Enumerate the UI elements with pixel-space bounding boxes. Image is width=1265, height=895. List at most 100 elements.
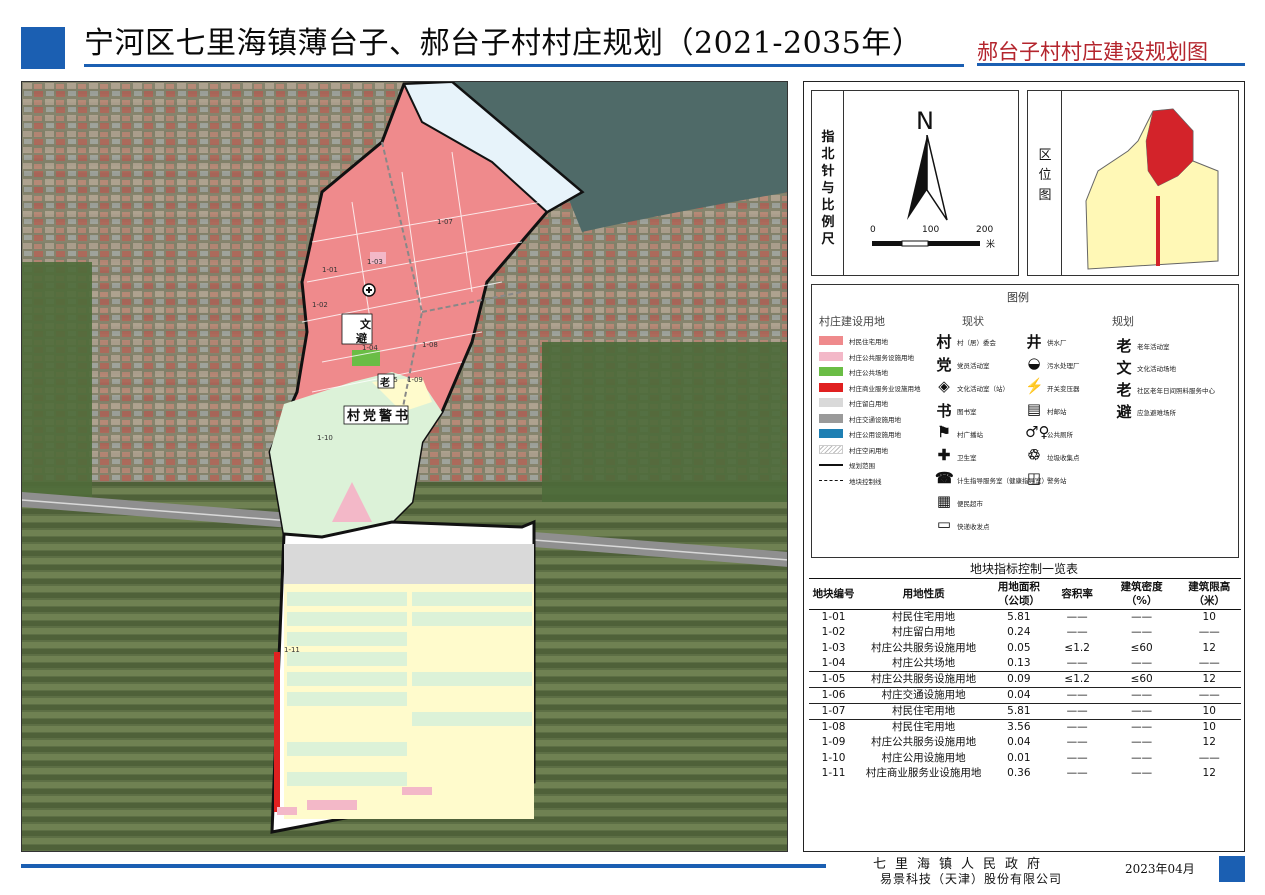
table-cell: —— <box>1105 687 1178 704</box>
legend-label: 应急避难场所 <box>1137 409 1176 417</box>
table-cell: 1-01 <box>821 611 846 623</box>
table-cell: 1-08 <box>821 721 846 733</box>
map-symbol-culture: 文 <box>360 317 372 331</box>
legend-status-list-2: 井供水厂 ◒ 污水处理厂 ⚡ 开关变压器 ▤ 村邮站 ♂♀ 公共厕所 ♲ 垃圾收集点 ◫ 警务站 <box>1025 331 1125 531</box>
legend-symbol-item: ▤ 村邮站 <box>1025 400 1120 420</box>
legend-label: 开关变压器 <box>1047 385 1080 393</box>
legend-symbol-icon: 老 <box>1116 381 1132 399</box>
table-cell: 村庄商业服务业设施用地 <box>865 767 982 780</box>
legend-label: 村庄留白用地 <box>849 400 888 408</box>
table-cell: ≤60 <box>1105 671 1178 688</box>
legend-label: 图书室 <box>957 408 977 416</box>
table-header: 地块编号 <box>812 588 855 600</box>
legend-symbol-item: ⚡ 开关变压器 <box>1025 377 1120 397</box>
legend-swatch <box>819 429 843 438</box>
legend-symbol-icon: ✚ <box>937 446 951 464</box>
title-underline <box>84 64 964 67</box>
legend-label: 村庄空闲用地 <box>849 446 888 455</box>
table-cell: 10 <box>1202 611 1216 623</box>
table-cell: ≤1.2 <box>1064 641 1090 654</box>
legend-symbol-item: ◫ 警务站 <box>1025 469 1120 489</box>
legend-symbol-icon: ♲ <box>1027 446 1041 464</box>
legend-label: 党员活动室 <box>957 362 990 370</box>
legend-label: 村民住宅用地 <box>849 338 888 346</box>
table-row: 1-08 村民住宅用地 3.56 —— —— 10 <box>809 720 1241 736</box>
legend-swatch <box>819 382 843 392</box>
location-map-icon <box>1085 108 1219 270</box>
legend-label: 规划范围 <box>849 462 875 470</box>
legend-symbol-icon: ⚡ <box>1025 377 1044 395</box>
plan-map[interactable]: 1-01 1-02 1-03 1-04 1-05 1-07 1-08 1-09 … <box>21 81 788 852</box>
legend-label: 垃圾收集点 <box>1047 454 1080 462</box>
scale-tick-200: 200 <box>976 225 994 235</box>
legend-symbol-icon: ▤ <box>1026 400 1042 418</box>
table-cell: —— <box>1198 751 1220 764</box>
subtitle-underline <box>977 63 1245 66</box>
legend-symbol-icon: 避 <box>1116 403 1132 421</box>
north-arrow-icon <box>907 135 948 221</box>
table-cell: —— <box>1066 736 1088 749</box>
legend-symbol-item: ▭ 快递收发点 <box>935 515 1030 535</box>
table-cell: 0.13 <box>989 656 1049 672</box>
table-cell: 村民住宅用地 <box>858 703 990 720</box>
table-cell: 3.56 <box>1007 721 1031 733</box>
table-cell: —— <box>1105 703 1178 720</box>
legend-label: 公共厕所 <box>1047 431 1073 439</box>
table-cell: 1-02 <box>821 626 846 639</box>
table-cell: —— <box>1131 736 1153 749</box>
table-row: 1-04 村庄公共场地 0.13 —— —— —— <box>809 656 1241 672</box>
footer-date: 2023年04月 <box>1125 862 1195 876</box>
map-symbol-elderly: 老 <box>379 376 390 389</box>
parcel-label: 1-04 <box>362 344 378 352</box>
table-cell: 0.01 <box>1007 751 1031 764</box>
table-cell: 1-04 <box>809 656 859 672</box>
legend-label: 村广播站 <box>957 431 983 439</box>
table-header: 用地面积（公顷） <box>997 581 1040 607</box>
title-color-block <box>21 27 65 69</box>
north-arrow-panel: 指北针与比例尺 N 0 100 200 米 <box>811 90 1019 276</box>
parcel-label: 1-08 <box>422 341 438 349</box>
scale-tick-0: 0 <box>870 225 876 235</box>
legend-symbol-icon: ◫ <box>1026 469 1042 487</box>
control-table: 地块编号 用地性质 用地面积（公顷） 容积率 建筑密度（%） 建筑限高（米） 1… <box>809 578 1241 782</box>
map-symbol-party: 党 <box>363 408 376 424</box>
legend-symbol-icon: ▭ <box>936 515 952 533</box>
legend-symbol-item: 井供水厂 <box>1025 331 1120 351</box>
table-cell: —— <box>1177 687 1241 704</box>
table-header-row: 地块编号 用地性质 用地面积（公顷） 容积率 建筑密度（%） 建筑限高（米） <box>809 578 1241 610</box>
legend-symbol-item: ♂♀ 公共厕所 <box>1025 423 1120 443</box>
legend-swatch <box>819 398 843 407</box>
north-letter: N <box>916 107 934 135</box>
table-cell: 10 <box>1202 721 1216 733</box>
legend-symbol-icon: ◒ <box>1027 354 1041 372</box>
table-header: 建筑密度（%） <box>1120 581 1163 607</box>
parcel-label: 1-07 <box>437 218 453 226</box>
table-header: 容积率 <box>1061 588 1093 600</box>
table-cell: 5.81 <box>1007 611 1031 623</box>
map-symbol-police: 警 <box>379 408 392 424</box>
parcel-label: 1-10 <box>317 434 333 442</box>
legend-label: 污水处理厂 <box>1047 362 1080 370</box>
table-cell: —— <box>1066 721 1088 733</box>
legend-symbol-item: ♲ 垃圾收集点 <box>1025 446 1120 466</box>
legend-symbol-icon: ▦ <box>936 492 952 510</box>
table-cell: —— <box>1131 626 1153 639</box>
table-cell: 1-10 <box>821 751 846 764</box>
table-row: 1-01 村民住宅用地 5.81 —— —— 10 <box>809 610 1241 626</box>
legend-swatch <box>819 464 843 466</box>
footer-rule <box>21 864 826 868</box>
legend-symbol-item: 村村（居）委会 <box>935 331 1030 351</box>
legend-symbol-icon: 井 <box>1026 333 1042 351</box>
table-row: 1-03 村庄公共服务设施用地 0.05 ≤1.2 ≤60 12 <box>809 641 1241 657</box>
legend-symbol-item: ▦ 便民超市 <box>935 492 1030 512</box>
table-cell: —— <box>1131 611 1153 623</box>
table-cell: —— <box>1066 626 1088 639</box>
legend-symbol-icon: ☎ <box>935 469 954 487</box>
legend-plan-list: 老老年活动室文文化活动场地老社区老年日间照料服务中心避应急避难场所 <box>1115 335 1237 455</box>
legend-status-list-1: 村村（居）委会党党员活动室 ◈ 文化活动室（站） 书图书室 ⚑ 村广播站 ✚ 卫生室 ☎ 计生指导… <box>935 331 1048 561</box>
table-cell: 0.36 <box>1007 767 1031 780</box>
legend-symbol-icon: ◈ <box>938 377 950 395</box>
control-table-wrap: 地块编号 用地性质 用地面积（公顷） 容积率 建筑密度（%） 建筑限高（米） 1… <box>809 578 1241 782</box>
legend-symbol-icon: 党 <box>936 356 952 374</box>
table-header: 建筑限高（米） <box>1188 581 1231 607</box>
